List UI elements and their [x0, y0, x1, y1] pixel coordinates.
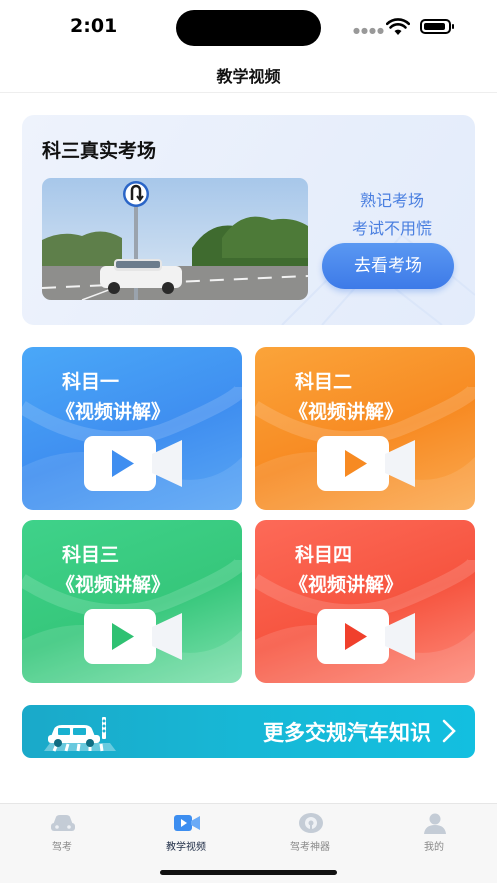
steering-wheel-icon — [299, 813, 323, 833]
subject-1-subtitle: 《视频讲解》 — [56, 401, 171, 423]
tab-exam-tools[interactable]: 驾考神器 — [248, 804, 372, 864]
video-camera-icon — [317, 436, 415, 491]
cellular-signal-icon: ●●●● — [353, 26, 385, 35]
tab-my-profile[interactable]: 我的 — [372, 804, 496, 864]
tab-driving-exam[interactable]: 驾考 — [0, 804, 124, 864]
battery-icon — [420, 19, 454, 34]
status-time: 2:01 — [70, 15, 118, 37]
video-camera-icon — [317, 609, 415, 664]
exam-hall-title: 科三真实考场 — [42, 140, 157, 162]
dynamic-island — [176, 10, 321, 46]
video-camera-icon — [84, 609, 182, 664]
subject-4-video-tile[interactable]: 科目四 《视频讲解》 — [255, 520, 475, 683]
subject-3-subtitle: 《视频讲解》 — [56, 574, 171, 596]
tab-teaching-videos[interactable]: 教学视频 — [124, 804, 248, 864]
subject-3-title: 科目三 — [62, 544, 120, 566]
exam-hall-photo[interactable] — [42, 178, 308, 300]
chevron-right-icon — [442, 719, 456, 743]
subject-1-title: 科目一 — [62, 371, 120, 393]
video-camera-icon — [84, 436, 182, 491]
wifi-icon — [386, 18, 410, 35]
status-bar: 2:01 ●●●● — [0, 0, 497, 56]
banner-text: 更多交规汽车知识 — [263, 721, 431, 745]
navigation-bar: 教学视频 — [0, 56, 497, 93]
subject-2-subtitle: 《视频讲解》 — [289, 401, 404, 423]
subject-3-video-tile[interactable]: 科目三 《视频讲解》 — [22, 520, 242, 683]
exam-hall-card[interactable]: 科三真实考场 熟记考场 考试不用慌 去看考场 — [22, 115, 475, 325]
exam-hall-slogan-line1: 熟记考场 — [359, 191, 424, 210]
tab-label: 驾考神器 — [290, 842, 330, 853]
subject-4-subtitle: 《视频讲解》 — [289, 574, 404, 596]
tab-label: 我的 — [424, 842, 444, 853]
page-title: 教学视频 — [216, 67, 281, 86]
subject-4-title: 科目四 — [295, 544, 353, 566]
traffic-knowledge-banner[interactable]: 更多交规汽车知识 — [22, 705, 475, 758]
subject-1-video-tile[interactable]: 科目一 《视频讲解》 — [22, 347, 242, 510]
tab-label: 驾考 — [52, 842, 72, 853]
exam-hall-slogan-line2: 考试不用慌 — [351, 219, 432, 238]
tab-label: 教学视频 — [166, 842, 206, 853]
subject-2-video-tile[interactable]: 科目二 《视频讲解》 — [255, 347, 475, 510]
home-indicator — [160, 870, 337, 875]
person-icon — [424, 813, 446, 834]
subject-2-title: 科目二 — [295, 371, 353, 393]
car-crosswalk-icon — [44, 717, 116, 752]
video-camera-icon — [174, 815, 200, 831]
view-exam-hall-button[interactable]: 去看考场 — [322, 243, 454, 289]
car-icon — [51, 815, 75, 831]
